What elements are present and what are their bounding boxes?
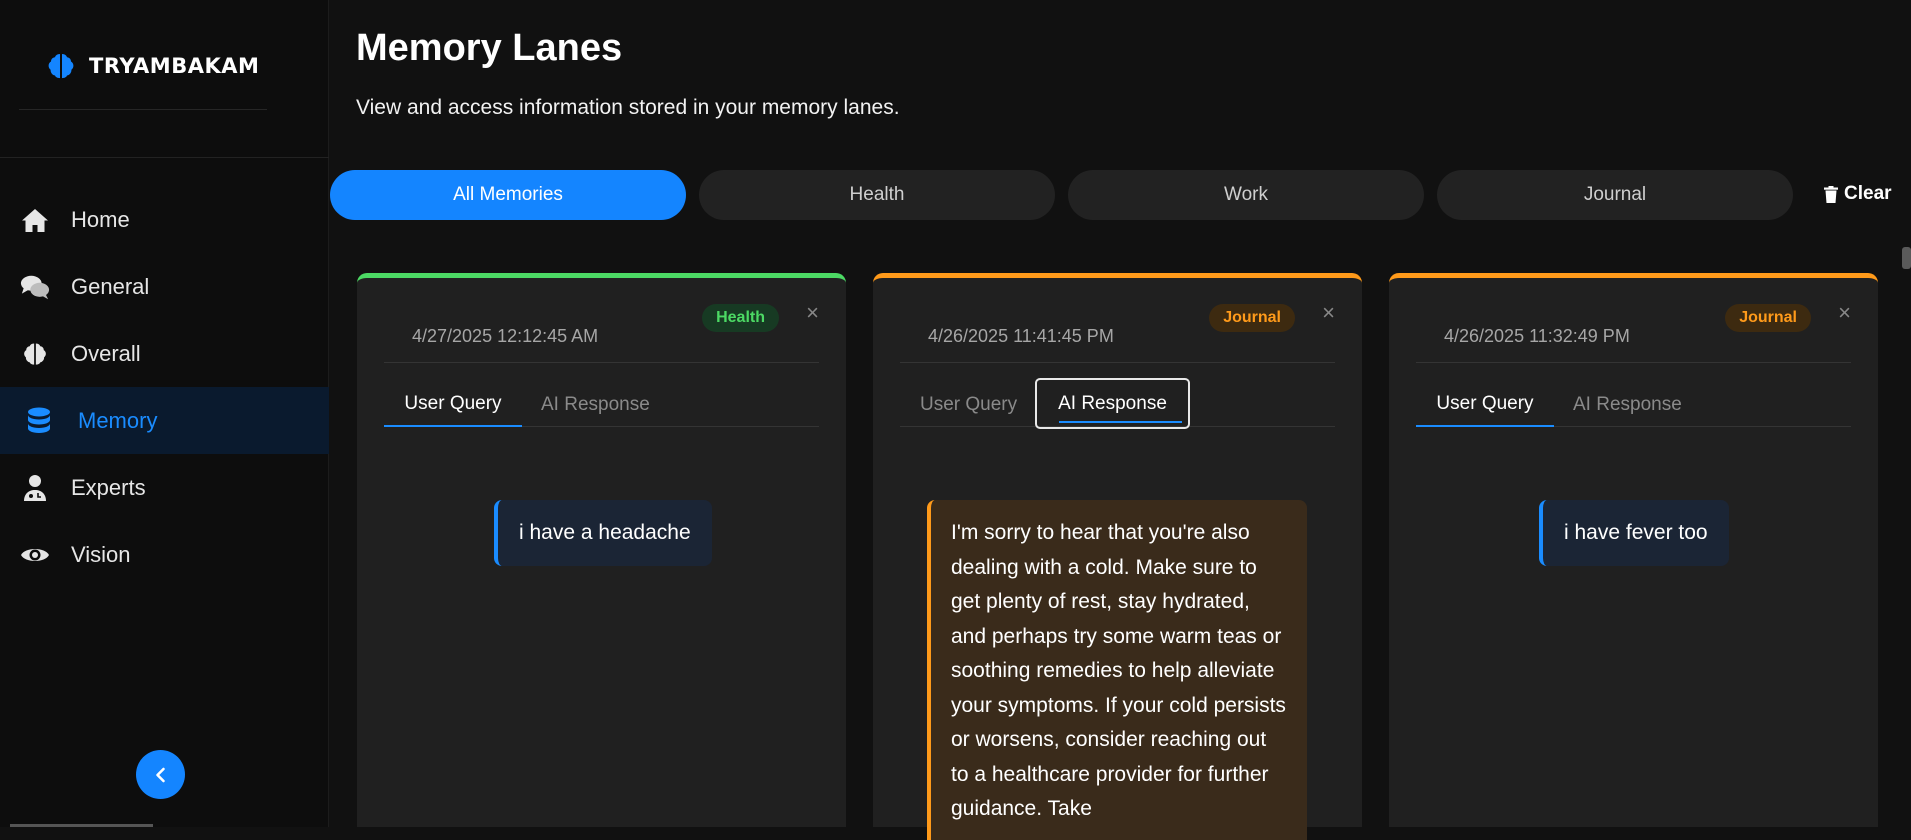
sidebar-item-home[interactable]: Home [0, 186, 329, 253]
close-icon[interactable]: × [1838, 300, 1851, 326]
chat-bubbles-icon [20, 272, 50, 302]
collapse-sidebar-button[interactable] [136, 750, 185, 799]
user-query-bubble: i have a headache [494, 500, 712, 566]
card-tabs: User Query AI Response [384, 382, 819, 427]
brain-icon [20, 339, 50, 369]
sidebar-item-overall[interactable]: Overall [0, 320, 329, 387]
memory-card: 4/27/2025 12:12:45 AM Health × User Quer… [357, 273, 846, 827]
sidebar-item-general[interactable]: General [0, 253, 329, 320]
brand-name: TRYAMBAKAM [89, 54, 260, 78]
card-header: 4/26/2025 11:41:45 PM Journal × [900, 278, 1335, 363]
brain-icon [48, 54, 74, 79]
chevron-left-icon [155, 767, 165, 782]
category-badge: Journal [1209, 304, 1295, 332]
brand-divider [19, 109, 267, 110]
sidebar-item-label: Vision [71, 541, 131, 567]
sidebar: TRYAMBAKAM Home General Overall Memory E… [0, 0, 329, 827]
close-icon[interactable]: × [806, 300, 819, 326]
memory-card: 4/26/2025 11:41:45 PM Journal × User Que… [873, 273, 1362, 840]
clear-label: Clear [1844, 183, 1892, 204]
category-badge: Journal [1725, 304, 1811, 332]
close-icon[interactable]: × [1322, 300, 1335, 326]
main-content: Memory Lanes View and access information… [330, 0, 1911, 840]
database-icon [24, 406, 54, 436]
sidebar-item-label: Experts [71, 474, 146, 500]
tab-user-query[interactable]: User Query [384, 382, 522, 427]
home-icon [20, 205, 50, 235]
tab-ai-response[interactable]: AI Response [1573, 382, 1682, 427]
brand[interactable]: TRYAMBAKAM [45, 50, 259, 82]
card-header: 4/26/2025 11:32:49 PM Journal × [1416, 278, 1851, 363]
filter-journal[interactable]: Journal [1437, 170, 1793, 220]
card-header: 4/27/2025 12:12:45 AM Health × [384, 278, 819, 363]
tab-ai-response[interactable]: AI Response [541, 382, 650, 427]
sidebar-item-label: Memory [78, 407, 158, 433]
sidebar-item-memory[interactable]: Memory [0, 387, 329, 454]
sidebar-nav: Home General Overall Memory Experts Visi… [0, 186, 329, 588]
card-tabs: User Query AI Response [1416, 382, 1851, 427]
sidebar-divider [0, 157, 329, 158]
tab-user-query[interactable]: User Query [920, 382, 1017, 427]
card-timestamp: 4/26/2025 11:41:45 PM [928, 326, 1114, 346]
tab-ai-response[interactable]: AI Response [1035, 378, 1190, 429]
sidebar-item-label: General [71, 273, 150, 299]
clear-button[interactable]: Clear [1824, 183, 1892, 205]
page-title: Memory Lanes [356, 27, 623, 69]
trash-icon [1824, 185, 1838, 203]
sidebar-item-experts[interactable]: Experts [0, 454, 329, 521]
ai-response-bubble: I'm sorry to hear that you're also deali… [927, 500, 1307, 840]
sidebar-item-label: Overall [71, 340, 141, 366]
filter-bar: All Memories Health Work Journal Clear [330, 170, 1911, 220]
category-badge: Health [702, 304, 779, 332]
filter-all-memories[interactable]: All Memories [330, 170, 686, 220]
filter-work[interactable]: Work [1068, 170, 1424, 220]
page-subtitle: View and access information stored in yo… [356, 96, 900, 119]
card-timestamp: 4/26/2025 11:32:49 PM [1444, 326, 1630, 346]
vertical-scrollbar-thumb[interactable] [1902, 247, 1911, 269]
card-timestamp: 4/27/2025 12:12:45 AM [412, 326, 599, 346]
tab-user-query[interactable]: User Query [1416, 382, 1554, 427]
eye-icon [20, 540, 50, 570]
card-tabs: User Query AI Response [900, 378, 1335, 429]
user-doctor-icon [20, 473, 50, 503]
sidebar-item-label: Home [71, 206, 130, 232]
memory-card: 4/26/2025 11:32:49 PM Journal × User Que… [1389, 273, 1878, 827]
sidebar-item-vision[interactable]: Vision [0, 521, 329, 588]
user-query-bubble: i have fever too [1539, 500, 1729, 566]
filter-health[interactable]: Health [699, 170, 1055, 220]
